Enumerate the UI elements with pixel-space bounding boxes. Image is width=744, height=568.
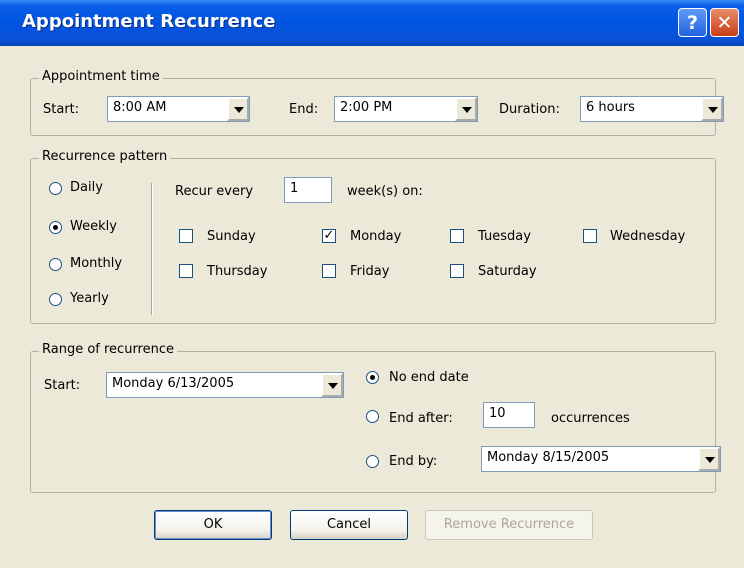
end-by-radio[interactable]	[366, 455, 379, 468]
help-icon[interactable]: ?	[678, 8, 707, 37]
pattern-divider	[151, 183, 153, 315]
sunday-label: Sunday	[207, 229, 256, 244]
range-start-dropdown-button[interactable]	[321, 373, 343, 397]
friday-checkbox[interactable]	[322, 264, 336, 278]
no-end-date-label: No end date	[389, 370, 469, 385]
yearly-radio[interactable]	[49, 293, 62, 306]
end-time-label: End:	[289, 102, 319, 117]
appointment-time-legend: Appointment time	[39, 69, 163, 84]
start-time-dropdown-button[interactable]	[227, 97, 249, 121]
start-time-label: Start:	[43, 102, 80, 117]
sunday-checkbox[interactable]	[179, 229, 193, 243]
wednesday-checkbox[interactable]	[583, 229, 597, 243]
saturday-checkbox[interactable]	[450, 264, 464, 278]
tuesday-checkbox[interactable]	[450, 229, 464, 243]
close-icon[interactable]: ✕	[710, 8, 739, 37]
end-by-input[interactable]: Monday 8/15/2005	[481, 446, 721, 472]
end-after-input[interactable]: 10	[483, 402, 535, 428]
end-time-dropdown-button[interactable]	[455, 97, 477, 121]
friday-label: Friday	[350, 264, 390, 279]
thursday-label: Thursday	[207, 264, 268, 279]
end-by-dropdown-button[interactable]	[698, 447, 720, 471]
no-end-date-radio[interactable]	[366, 371, 379, 384]
recurrence-pattern-legend: Recurrence pattern	[39, 149, 171, 164]
monthly-label: Monthly	[70, 256, 123, 271]
range-start-label: Start:	[44, 378, 81, 393]
remove-recurrence-button[interactable]: Remove Recurrence	[425, 510, 593, 540]
duration-dropdown-button[interactable]	[701, 97, 723, 121]
wednesday-label: Wednesday	[610, 229, 686, 244]
daily-radio[interactable]	[49, 182, 62, 195]
range-start-input[interactable]: Monday 6/13/2005	[106, 372, 344, 398]
ok-button[interactable]: OK	[154, 510, 272, 540]
end-by-label: End by:	[389, 454, 438, 469]
occurrences-label: occurrences	[551, 411, 630, 426]
monday-label: Monday	[350, 229, 402, 244]
yearly-label: Yearly	[70, 291, 109, 306]
cancel-button[interactable]: Cancel	[290, 510, 408, 540]
daily-label: Daily	[70, 180, 103, 195]
window-title: Appointment Recurrence	[22, 11, 276, 32]
recur-every-input[interactable]: 1	[284, 177, 332, 203]
saturday-label: Saturday	[478, 264, 537, 279]
recur-every-label: Recur every	[175, 184, 254, 199]
thursday-checkbox[interactable]	[179, 264, 193, 278]
monday-checkbox[interactable]: ✓	[322, 229, 336, 243]
weekly-label: Weekly	[70, 219, 117, 234]
tuesday-label: Tuesday	[478, 229, 531, 244]
weekly-radio[interactable]	[49, 221, 62, 234]
end-after-radio[interactable]	[366, 410, 379, 423]
end-after-label: End after:	[389, 411, 453, 426]
range-legend: Range of recurrence	[39, 342, 177, 357]
duration-label: Duration:	[499, 102, 560, 117]
monthly-radio[interactable]	[49, 258, 62, 271]
weeks-on-label: week(s) on:	[347, 184, 423, 199]
title-bar: Appointment Recurrence ? ✕	[0, 0, 744, 46]
